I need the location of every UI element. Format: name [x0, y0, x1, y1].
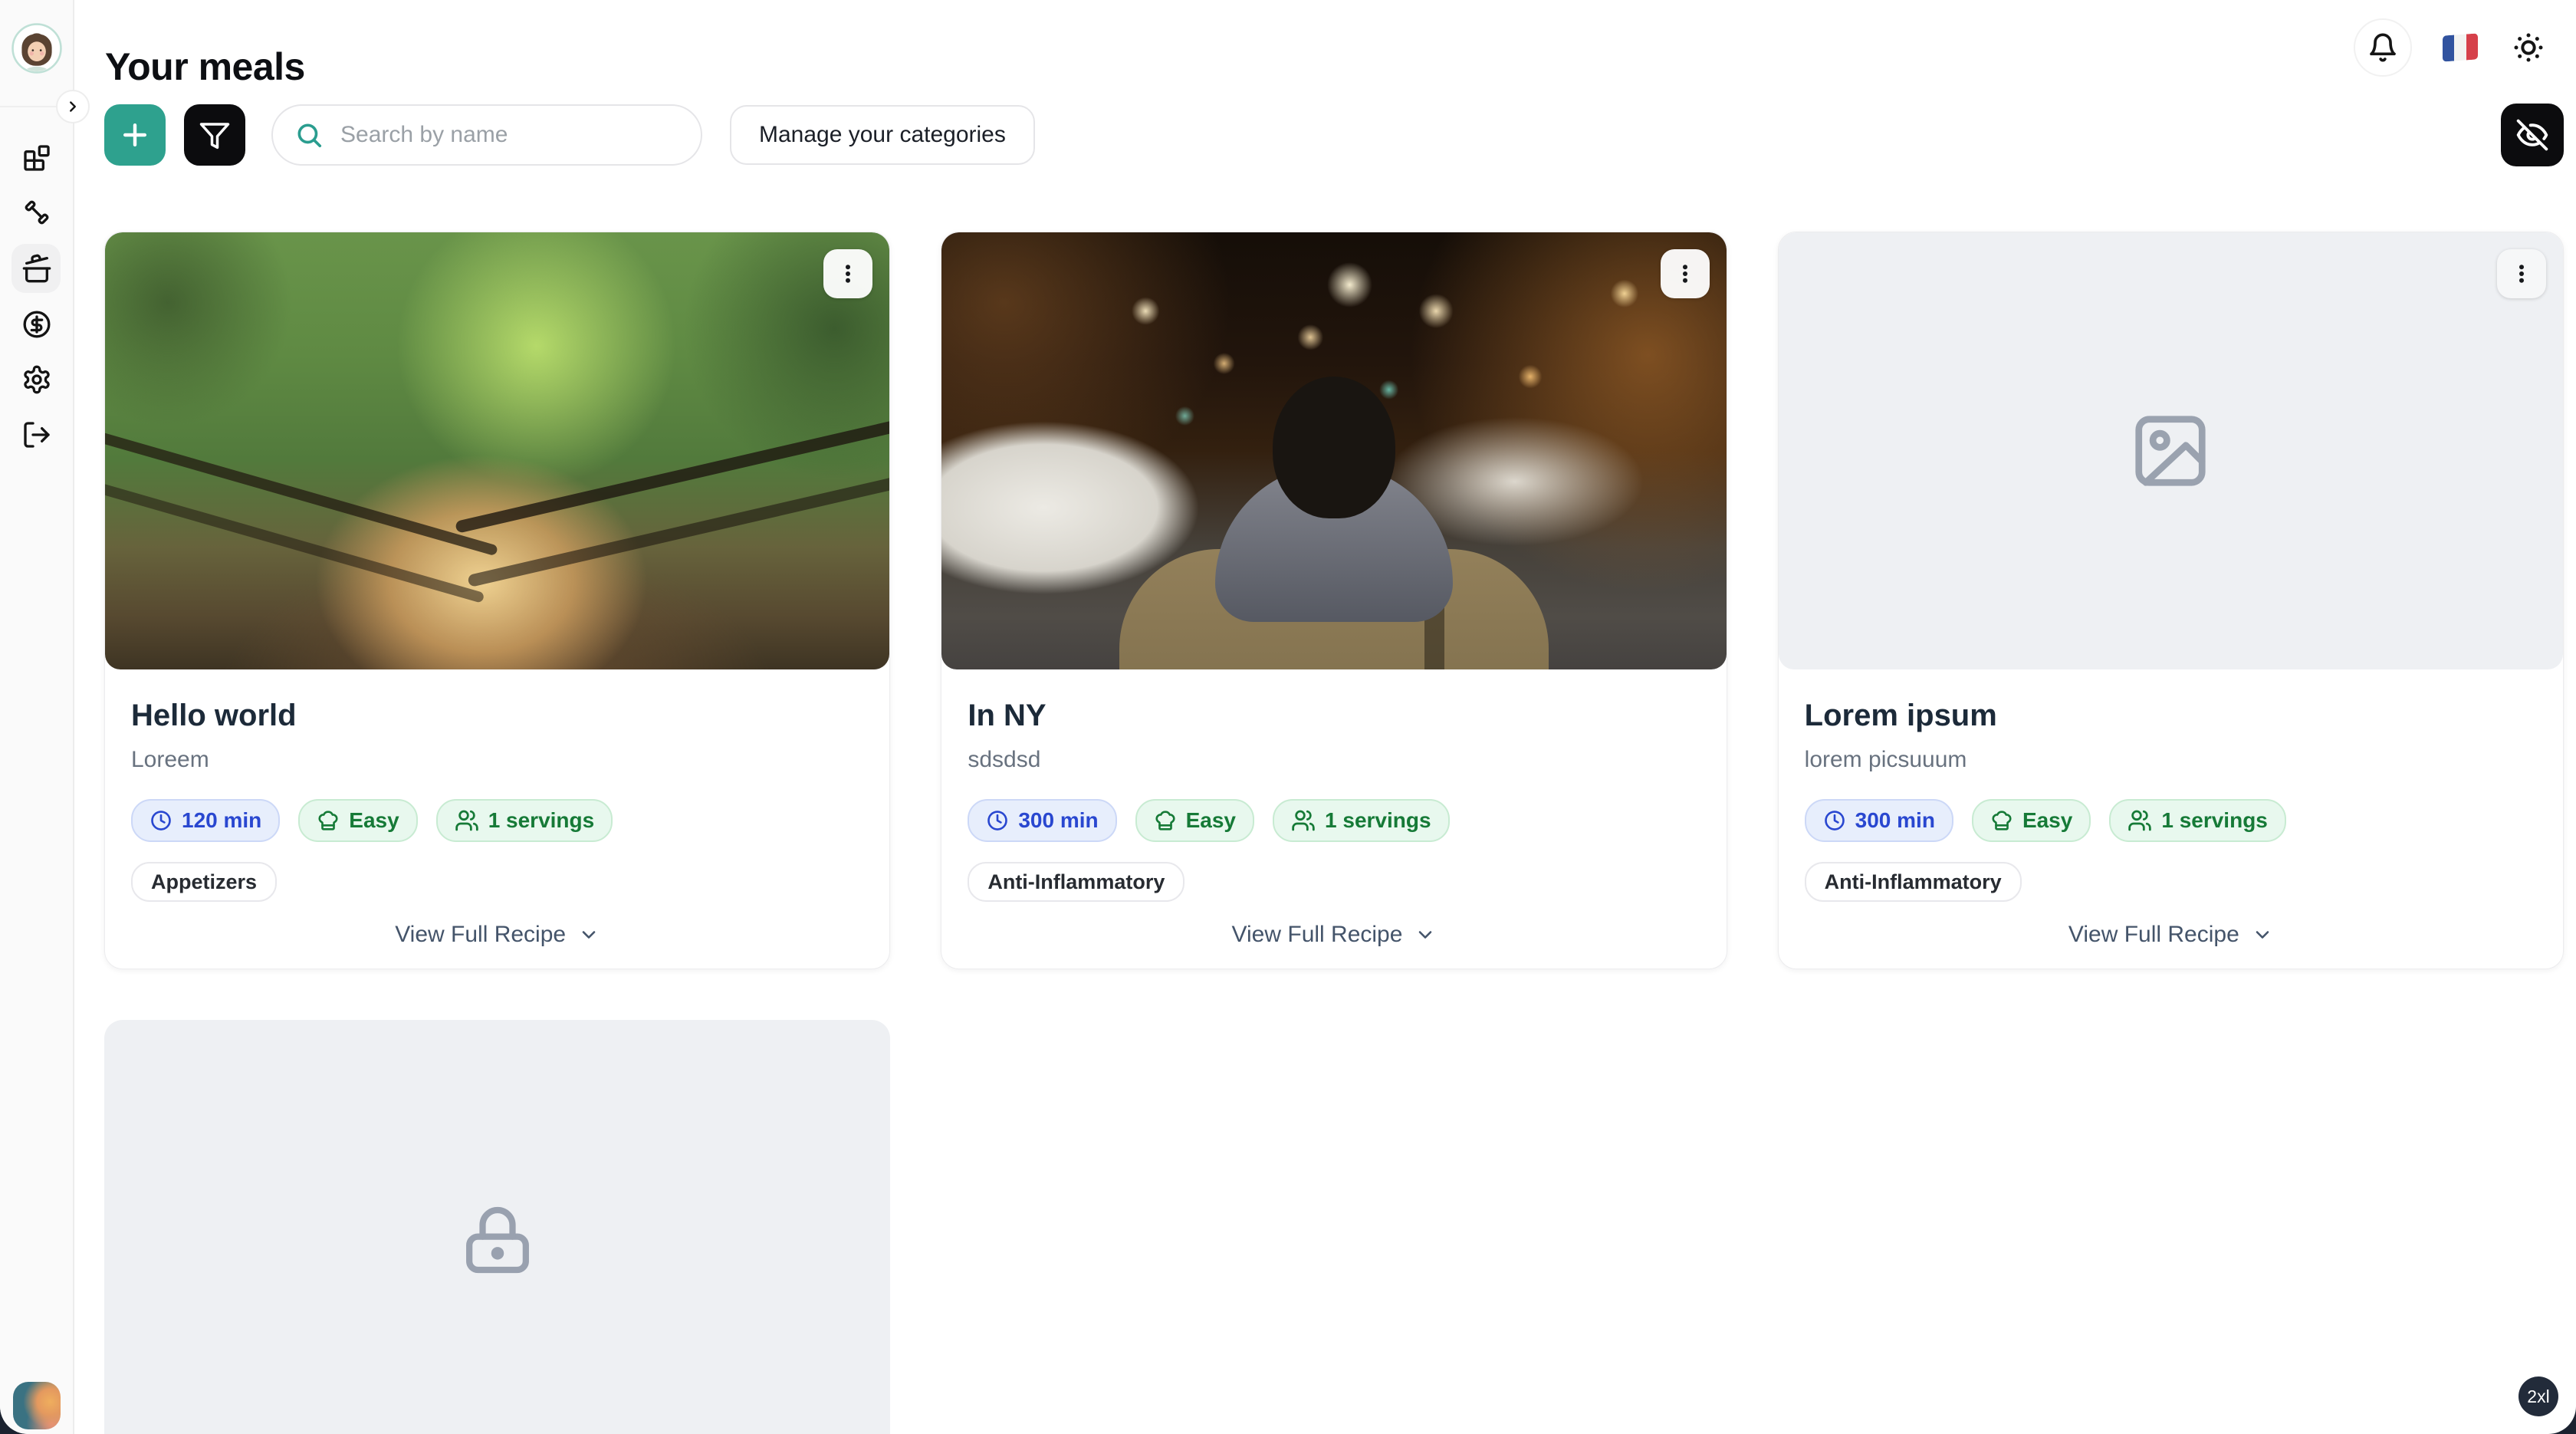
recipe-grid: Hello world Loreem 120 min [104, 232, 2564, 1434]
chevron-right-icon [64, 98, 81, 115]
card-body: Hello world Loreem 120 min [105, 669, 889, 902]
toolbar: Manage your categories [104, 103, 2564, 167]
sidebar-item-meals[interactable] [21, 253, 52, 284]
search-icon [294, 120, 324, 150]
category-row: Anti-Inflammatory [1805, 862, 2537, 902]
badge-row: 300 min Easy [1805, 799, 2537, 842]
logout-icon [21, 419, 52, 450]
recipe-subtitle: sdsdsd [968, 747, 1700, 773]
recipe-card: Lorem ipsum lorem picsuuum 300 min [1778, 232, 2564, 969]
sidebar-item-settings[interactable] [21, 364, 52, 395]
search-input[interactable] [339, 121, 664, 149]
view-full-recipe-button[interactable]: View Full Recipe [1779, 921, 2563, 949]
chef-hat-icon [1154, 809, 1177, 832]
recipe-image-night-street [941, 232, 1726, 669]
search-box [271, 104, 702, 166]
hide-view-button[interactable] [2501, 104, 2564, 166]
difficulty-badge: Easy [1972, 799, 2091, 842]
main-content: Your meals [74, 0, 2576, 1434]
chevron-down-icon [2252, 924, 2273, 946]
recipe-subtitle: Loreem [131, 747, 863, 773]
recipe-image-forest-bridge [105, 232, 889, 669]
sidebar-item-workouts[interactable] [21, 197, 52, 228]
recipe-title: Lorem ipsum [1805, 699, 2537, 733]
view-full-recipe-button[interactable]: View Full Recipe [941, 921, 1726, 949]
users-icon [2128, 808, 2152, 833]
sidebar [0, 0, 74, 1434]
chevron-down-icon [1414, 924, 1436, 946]
sidebar-item-logout[interactable] [21, 419, 52, 450]
servings-badge: 1 servings [436, 799, 613, 842]
theme-toggle-button[interactable] [2509, 28, 2548, 67]
recipe-image-placeholder [1779, 232, 2563, 669]
dumbbell-icon [21, 197, 52, 228]
category-row: Appetizers [131, 862, 863, 902]
chef-hat-icon [317, 809, 340, 832]
sidebar-item-billing[interactable] [21, 309, 52, 340]
kebab-menu-icon [836, 262, 859, 285]
funnel-icon [199, 119, 231, 151]
user-avatar[interactable] [12, 23, 62, 74]
dashboard-grid-icon [21, 143, 52, 173]
recipe-title: In NY [968, 699, 1700, 733]
recipe-title: Hello world [131, 699, 863, 733]
photo-person-silhouette [1119, 377, 1549, 669]
view-full-recipe-button[interactable]: View Full Recipe [105, 921, 889, 949]
card-body: Lorem ipsum lorem picsuuum 300 min [1779, 669, 2563, 902]
plus-icon [118, 118, 152, 152]
card-body: In NY sdsdsd 300 min [941, 669, 1726, 902]
recipe-card: In NY sdsdsd 300 min [941, 232, 1727, 969]
category-chip: Anti-Inflammatory [1805, 862, 2022, 902]
category-chip: Anti-Inflammatory [968, 862, 1184, 902]
settings-gear-icon [21, 364, 52, 395]
bell-icon [2367, 32, 2398, 63]
recipe-card: Hello world Loreem 120 min [104, 232, 890, 969]
time-badge: 300 min [1805, 799, 1953, 842]
chef-hat-icon [1990, 809, 2013, 832]
top-actions [2354, 18, 2548, 77]
kebab-menu-icon [2510, 262, 2533, 285]
users-icon [1291, 808, 1316, 833]
clock-icon [1823, 809, 1846, 832]
lock-icon [458, 1198, 537, 1282]
clock-icon [150, 809, 172, 832]
badge-row: 300 min Easy [968, 799, 1700, 842]
image-placeholder-icon [2128, 409, 2213, 493]
servings-badge: 1 servings [1273, 799, 1450, 842]
kebab-menu-icon [1674, 262, 1697, 285]
sidebar-expand-button[interactable] [56, 90, 90, 123]
recipe-subtitle: lorem picsuuum [1805, 747, 2537, 773]
servings-badge: 1 servings [2109, 799, 2286, 842]
app-shell: Your meals [0, 0, 2576, 1434]
clock-icon [986, 809, 1009, 832]
language-flag-french[interactable] [2443, 33, 2478, 61]
card-menu-button[interactable] [2497, 249, 2546, 298]
add-meal-button[interactable] [104, 104, 166, 166]
category-chip: Appetizers [131, 862, 277, 902]
page-title: Your meals [105, 44, 305, 89]
time-badge: 120 min [131, 799, 280, 842]
locked-recipe-card [104, 1020, 890, 1434]
sidebar-item-dashboard[interactable] [21, 143, 52, 173]
category-row: Anti-Inflammatory [968, 862, 1700, 902]
badge-row: 120 min Easy [131, 799, 863, 842]
difficulty-badge: Easy [1135, 799, 1254, 842]
time-badge: 300 min [968, 799, 1116, 842]
eye-off-icon [2515, 118, 2549, 152]
cooking-pot-icon [21, 253, 52, 284]
card-menu-button[interactable] [1661, 249, 1710, 298]
sun-icon [2513, 29, 2544, 66]
lock-icon-wrap [458, 1198, 537, 1286]
dollar-badge-icon [21, 309, 52, 340]
users-icon [455, 808, 479, 833]
workspace-gradient-avatar[interactable] [13, 1382, 61, 1429]
chevron-down-icon [578, 924, 600, 946]
difficulty-badge: Easy [298, 799, 417, 842]
card-menu-button[interactable] [823, 249, 872, 298]
manage-categories-button[interactable]: Manage your categories [730, 105, 1035, 165]
tailwind-breakpoint-badge: 2xl [2518, 1376, 2558, 1416]
notifications-button[interactable] [2354, 18, 2412, 77]
filter-button[interactable] [184, 104, 245, 166]
